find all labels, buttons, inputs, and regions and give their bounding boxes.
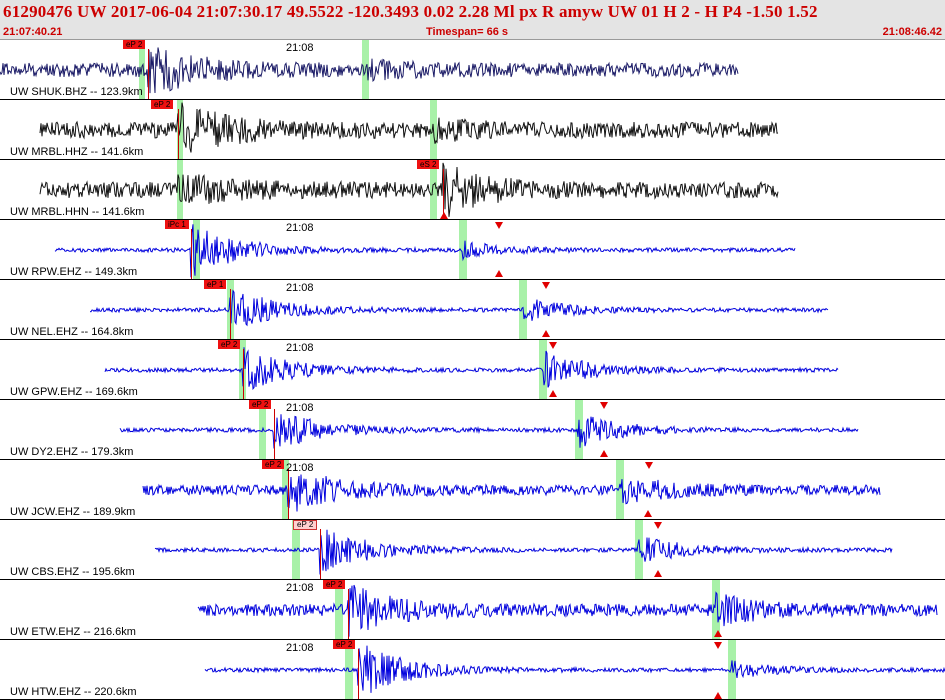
waveform-line bbox=[154, 529, 893, 575]
theoretical-s-marker-bottom bbox=[714, 630, 722, 637]
phase-pick-tag[interactable]: eP 1 bbox=[204, 280, 227, 289]
window-start-time: 21:07:40.21 bbox=[3, 26, 63, 38]
phase-pick-line[interactable] bbox=[348, 589, 349, 639]
phase-pick-line[interactable] bbox=[191, 229, 192, 279]
waveform-line bbox=[119, 414, 859, 449]
trace-panel-jcw-ehz[interactable]: eP 2 21:08 UW JCW.EHZ -- 189.9km bbox=[0, 460, 945, 520]
phase-pick-line[interactable] bbox=[148, 49, 149, 99]
event-header-bar: 61290476 UW 2017-06-04 21:07:30.17 49.55… bbox=[0, 0, 945, 40]
phase-pick-tag[interactable]: eP 2 bbox=[323, 580, 346, 589]
theoretical-s-marker-top bbox=[600, 402, 608, 409]
waveform-trace bbox=[119, 414, 859, 449]
time-tick-label: 21:08 bbox=[286, 642, 314, 654]
waveform-line bbox=[39, 162, 779, 217]
time-tick-label: 21:08 bbox=[286, 402, 314, 414]
theoretical-s-marker-top bbox=[714, 642, 722, 649]
time-tick-label: 21:08 bbox=[286, 282, 314, 294]
trace-panel-mrbl-hhn[interactable]: eS 2 UW MRBL.HHN -- 141.6km bbox=[0, 160, 945, 220]
time-tick-label: 21:08 bbox=[286, 42, 314, 54]
time-tick-label: 21:08 bbox=[286, 222, 314, 234]
station-label: UW SHUK.BHZ -- 123.9km bbox=[10, 86, 143, 98]
event-summary-line: 61290476 UW 2017-06-04 21:07:30.17 49.55… bbox=[3, 2, 818, 21]
station-label: UW JCW.EHZ -- 189.9km bbox=[10, 506, 136, 518]
trace-panel-cbs-ehz[interactable]: eP 2 UW CBS.EHZ -- 195.6km bbox=[0, 520, 945, 580]
phase-pick-tag[interactable]: eP 2 bbox=[333, 640, 356, 649]
theoretical-s-marker-top bbox=[549, 342, 557, 349]
station-label: UW DY2.EHZ -- 179.3km bbox=[10, 446, 134, 458]
trace-panel-nel-ehz[interactable]: eP 1 21:08 UW NEL.EHZ -- 164.8km bbox=[0, 280, 945, 340]
trace-panel-shuk-bhz[interactable]: eP 2 21:08 UW SHUK.BHZ -- 123.9km bbox=[0, 40, 945, 100]
time-tick-label: 21:08 bbox=[286, 462, 314, 474]
phase-pick-tag[interactable]: eP 2 bbox=[262, 460, 285, 469]
waveform-line bbox=[89, 289, 829, 327]
phase-pick-tag[interactable]: eP 2 bbox=[218, 340, 241, 349]
station-label: UW CBS.EHZ -- 195.6km bbox=[10, 566, 135, 578]
waveform-trace bbox=[104, 347, 839, 391]
phase-pick-line[interactable] bbox=[230, 289, 231, 339]
timespan-readout: Timespan= 66 s bbox=[426, 26, 509, 38]
trace-panel-etw-ehz[interactable]: eP 2 21:08 UW ETW.EHZ -- 216.6km bbox=[0, 580, 945, 640]
station-label: UW ETW.EHZ -- 216.6km bbox=[10, 626, 136, 638]
phase-pick-line[interactable] bbox=[274, 409, 275, 459]
station-label: UW HTW.EHZ -- 220.6km bbox=[10, 686, 137, 698]
theoretical-s-marker-bottom bbox=[600, 450, 608, 457]
phase-pick-line[interactable] bbox=[288, 469, 289, 519]
waveform-trace bbox=[54, 224, 796, 278]
theoretical-s-marker-top bbox=[542, 282, 550, 289]
trace-panel-dy2-ehz[interactable]: eP 2 21:08 UW DY2.EHZ -- 179.3km bbox=[0, 400, 945, 460]
waveform-trace bbox=[197, 584, 938, 637]
waveform-line bbox=[39, 102, 779, 153]
phase-pick-line[interactable] bbox=[358, 649, 359, 699]
waveform-line bbox=[104, 347, 839, 391]
station-label: UW GPW.EHZ -- 169.6km bbox=[10, 386, 138, 398]
theoretical-s-marker-bottom bbox=[495, 270, 503, 277]
station-label: UW MRBL.HHZ -- 141.6km bbox=[10, 146, 144, 158]
waveform-line bbox=[204, 645, 945, 693]
waveform-trace bbox=[89, 289, 829, 327]
trace-panel-gpw-ehz[interactable]: eP 2 21:08 UW GPW.EHZ -- 169.6km bbox=[0, 340, 945, 400]
theoretical-s-marker-top bbox=[645, 462, 653, 469]
theoretical-s-marker-bottom bbox=[654, 570, 662, 577]
phase-pick-tag[interactable]: iPc 1 bbox=[165, 220, 189, 229]
phase-pick-line[interactable] bbox=[243, 349, 244, 399]
waveform-line bbox=[54, 224, 796, 278]
phase-pick-tag[interactable]: eP 2 bbox=[151, 100, 174, 109]
theoretical-s-marker-bottom bbox=[549, 390, 557, 397]
phase-pick-tag[interactable]: eS 2 bbox=[417, 160, 440, 169]
waveform-trace bbox=[154, 529, 893, 575]
s-arrival-marker bbox=[440, 212, 448, 219]
phase-pick-line[interactable] bbox=[320, 529, 321, 579]
phase-pick-tag[interactable]: eP 2 bbox=[293, 520, 318, 530]
theoretical-s-marker-bottom bbox=[714, 692, 722, 699]
trace-panel-htw-ehz[interactable]: eP 2 21:08 UW HTW.EHZ -- 220.6km bbox=[0, 640, 945, 700]
station-label: UW MRBL.HHN -- 141.6km bbox=[10, 206, 145, 218]
window-end-time: 21:08:46.42 bbox=[882, 26, 942, 38]
waveform-line bbox=[142, 474, 881, 512]
trace-panel-rpw-ehz[interactable]: iPc 1 21:08 UW RPW.EHZ -- 149.3km bbox=[0, 220, 945, 280]
trace-panel-mrbl-hhz[interactable]: eP 2 UW MRBL.HHZ -- 141.6km bbox=[0, 100, 945, 160]
seismogram-traces[interactable]: eP 2 21:08 UW SHUK.BHZ -- 123.9km eP 2 U… bbox=[0, 40, 945, 700]
phase-pick-line[interactable] bbox=[178, 109, 179, 159]
theoretical-s-marker-top bbox=[654, 522, 662, 529]
phase-pick-tag[interactable]: eP 2 bbox=[249, 400, 272, 409]
time-tick-label: 21:08 bbox=[286, 582, 314, 594]
waveform-trace bbox=[204, 645, 945, 693]
waveform-trace bbox=[142, 474, 881, 512]
theoretical-s-marker-bottom bbox=[644, 510, 652, 517]
station-label: UW RPW.EHZ -- 149.3km bbox=[10, 266, 138, 278]
station-label: UW NEL.EHZ -- 164.8km bbox=[10, 326, 134, 338]
theoretical-s-marker-bottom bbox=[542, 330, 550, 337]
phase-pick-tag[interactable]: eP 2 bbox=[123, 40, 146, 49]
time-tick-label: 21:08 bbox=[286, 342, 314, 354]
theoretical-s-marker-top bbox=[495, 222, 503, 229]
